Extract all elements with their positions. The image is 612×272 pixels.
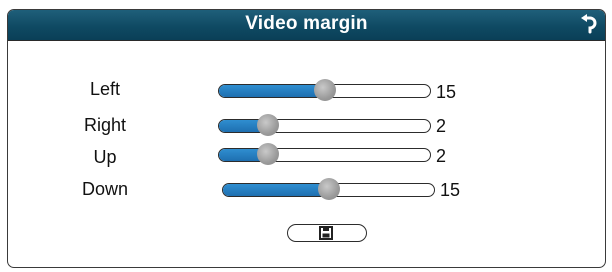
video-margin-dialog: Video margin Left 15 Right 2 Up 2 Down 1…: [7, 9, 606, 268]
margin-label-up: Up: [93, 147, 117, 167]
dialog-title: Video margin: [245, 13, 368, 34]
margin-label-left: Left: [89, 79, 121, 99]
title-bar: Video margin: [8, 10, 605, 41]
slider-fill: [219, 85, 325, 97]
slider-knob[interactable]: [313, 79, 336, 101]
margin-label-down: Down: [81, 179, 129, 199]
margin-value-left: 15: [436, 82, 457, 102]
margin-value-down: 15: [440, 180, 461, 200]
margin-value-up: 2: [436, 146, 447, 166]
slider-knob[interactable]: [256, 114, 279, 136]
back-button[interactable]: [577, 13, 599, 35]
slider-fill: [223, 184, 329, 196]
slider-left[interactable]: [218, 79, 431, 101]
return-arrow-icon: [581, 14, 597, 34]
save-button[interactable]: [287, 224, 367, 242]
slider-up[interactable]: [218, 143, 431, 165]
slider-knob[interactable]: [317, 178, 340, 200]
slider-knob[interactable]: [256, 143, 279, 165]
margin-label-right: Right: [83, 115, 127, 135]
margin-value-right: 2: [436, 116, 447, 136]
slider-right[interactable]: [218, 114, 431, 136]
floppy-disk-icon: [319, 226, 333, 240]
slider-down[interactable]: [222, 178, 435, 200]
